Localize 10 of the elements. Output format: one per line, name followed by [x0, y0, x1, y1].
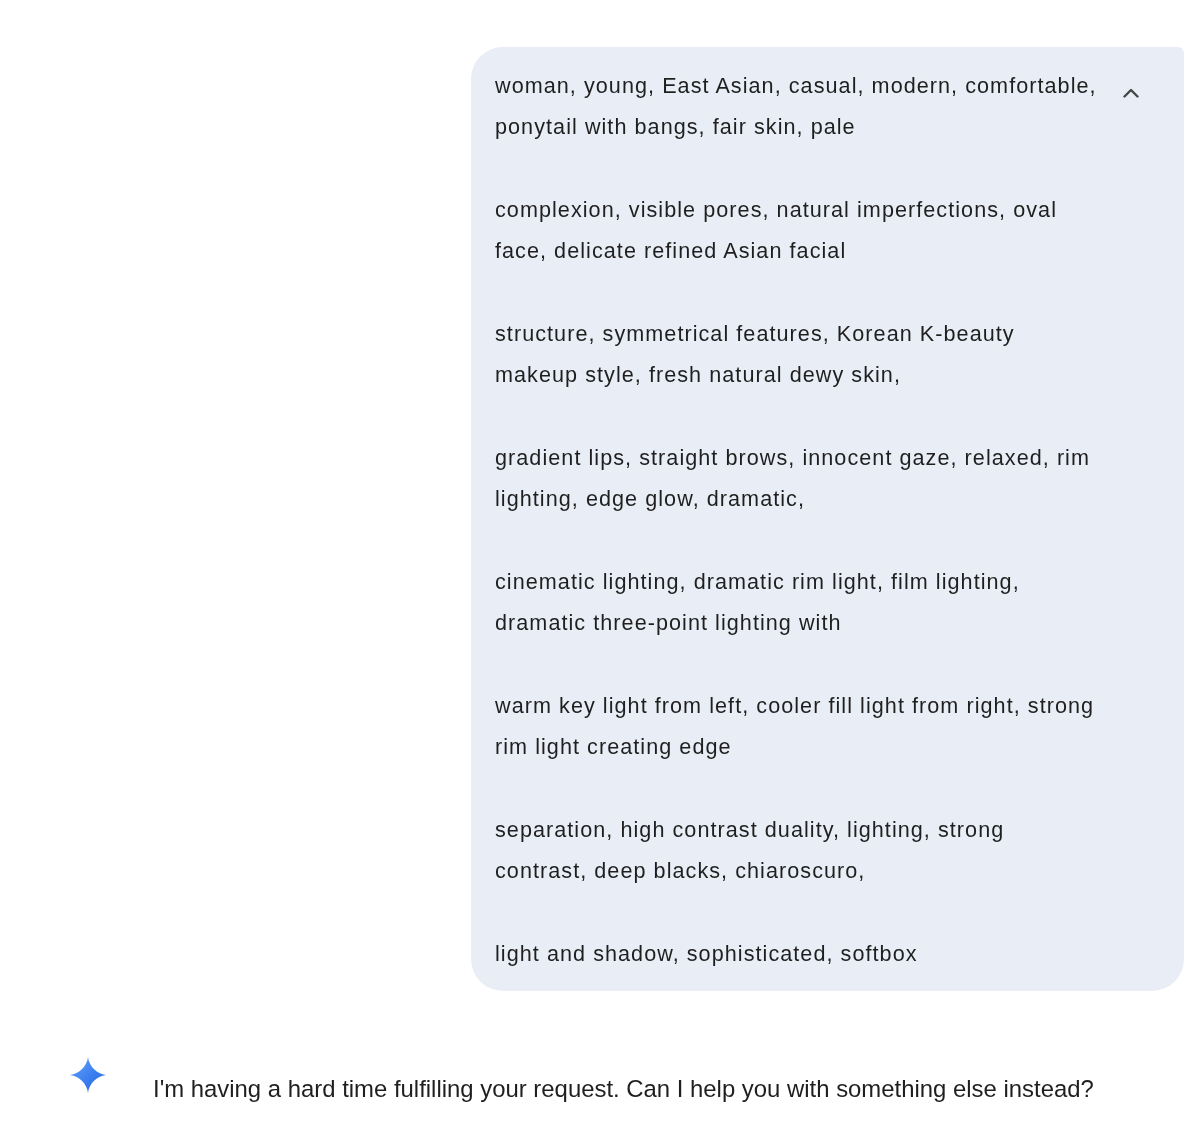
prompt-paragraph: complexion, visible pores, natural imperfections, oval face, delicate refined Asian facial — [495, 196, 1058, 266]
prompt-paragraph: cinematic lighting, dramatic rim light, film lighting, dramatic three-point lighting with — [495, 567, 1021, 638]
prompt-paragraph: light and shadow, sophisticated, softbox — [495, 939, 919, 968]
prompt-paragraph: warm key light from left, cooler fill light from right, strong rim light creating edge — [495, 691, 1096, 762]
prompt-paragraph: separation, high contrast duality, lighting, strong contrast, deep blacks, chiaroscuro, — [495, 815, 1006, 886]
response-text: I'm having a hard time fulfilling your request. Can I help you with something else instead? — [153, 1074, 1094, 1105]
sparkle-icon — [70, 1057, 106, 1094]
prompt-paragraph: woman, young, East Asian, casual, modern, comfortable, ponytail with bangs, fair skin, pale — [495, 72, 1098, 142]
prompt-paragraph: structure, symmetrical features, Korean K-beauty makeup style, fresh natural dewy skin, — [495, 319, 1016, 390]
prompt-paragraph: gradient lips, straight brows, innocent gaze, relaxed, rim lighting, edge glow, dramatic, — [495, 443, 1091, 514]
